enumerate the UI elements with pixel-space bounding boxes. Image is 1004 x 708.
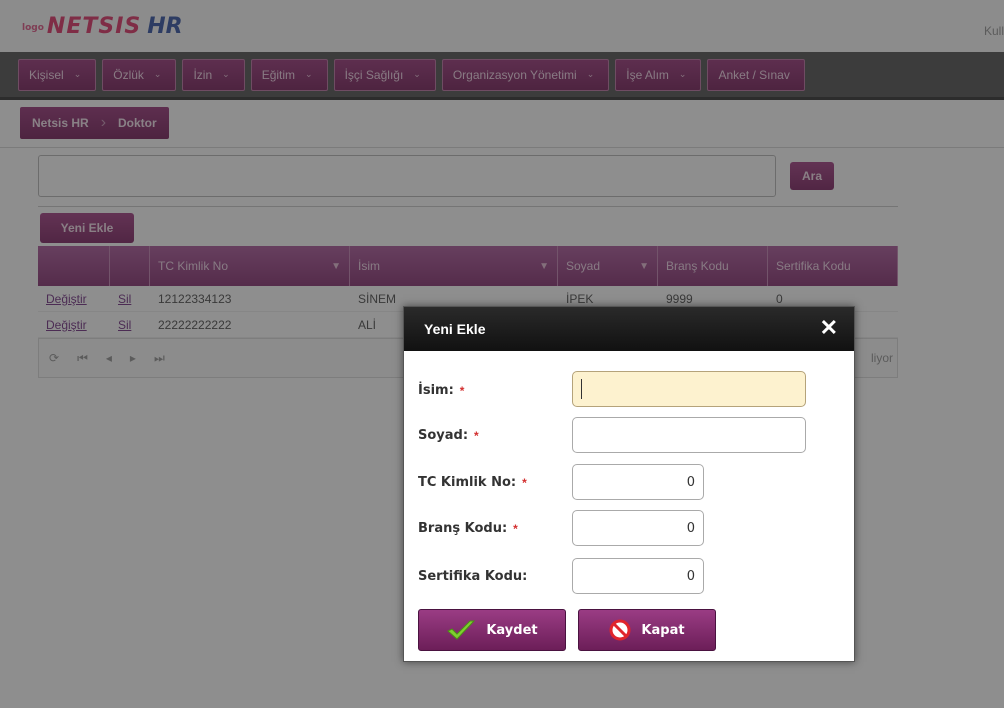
form-row-sertifika: Sertifika Kodu:: [418, 569, 533, 584]
required-marker: *: [459, 383, 465, 398]
cancel-icon: [609, 619, 631, 641]
required-marker: *: [522, 475, 527, 490]
close-button[interactable]: Kapat: [578, 609, 716, 651]
dialog-title: Yeni Ekle: [424, 321, 486, 337]
required-marker: *: [513, 521, 518, 536]
form-row-soyad: Soyad: *: [418, 428, 479, 443]
close-button-label: Kapat: [641, 622, 685, 638]
add-dialog: Yeni Ekle ✕ İsim: * Soyad: * TC Kimlik N…: [403, 306, 855, 662]
form-row-isim: İsim: *: [418, 383, 464, 398]
text-caret: [581, 379, 582, 399]
close-icon[interactable]: ✕: [820, 317, 838, 339]
checkmark-icon: [447, 620, 476, 640]
field-label: Soyad:: [418, 428, 469, 443]
tc-kimlik-field[interactable]: 0: [572, 464, 704, 500]
form-row-tc: TC Kimlik No: *: [418, 475, 527, 490]
save-button-label: Kaydet: [486, 622, 538, 638]
field-label: TC Kimlik No:: [418, 475, 517, 490]
field-label: Branş Kodu:: [418, 521, 508, 536]
field-label: İsim:: [418, 383, 454, 398]
save-button[interactable]: Kaydet: [418, 609, 566, 651]
form-row-brans: Branş Kodu: *: [418, 521, 518, 536]
soyad-field[interactable]: [572, 417, 806, 453]
dialog-title-bar: Yeni Ekle ✕: [404, 307, 854, 351]
field-label: Sertifika Kodu:: [418, 569, 528, 584]
isim-field[interactable]: [572, 371, 806, 407]
sertifika-kodu-field[interactable]: 0: [572, 558, 704, 594]
brans-kodu-field[interactable]: 0: [572, 510, 704, 546]
required-marker: *: [474, 428, 479, 443]
